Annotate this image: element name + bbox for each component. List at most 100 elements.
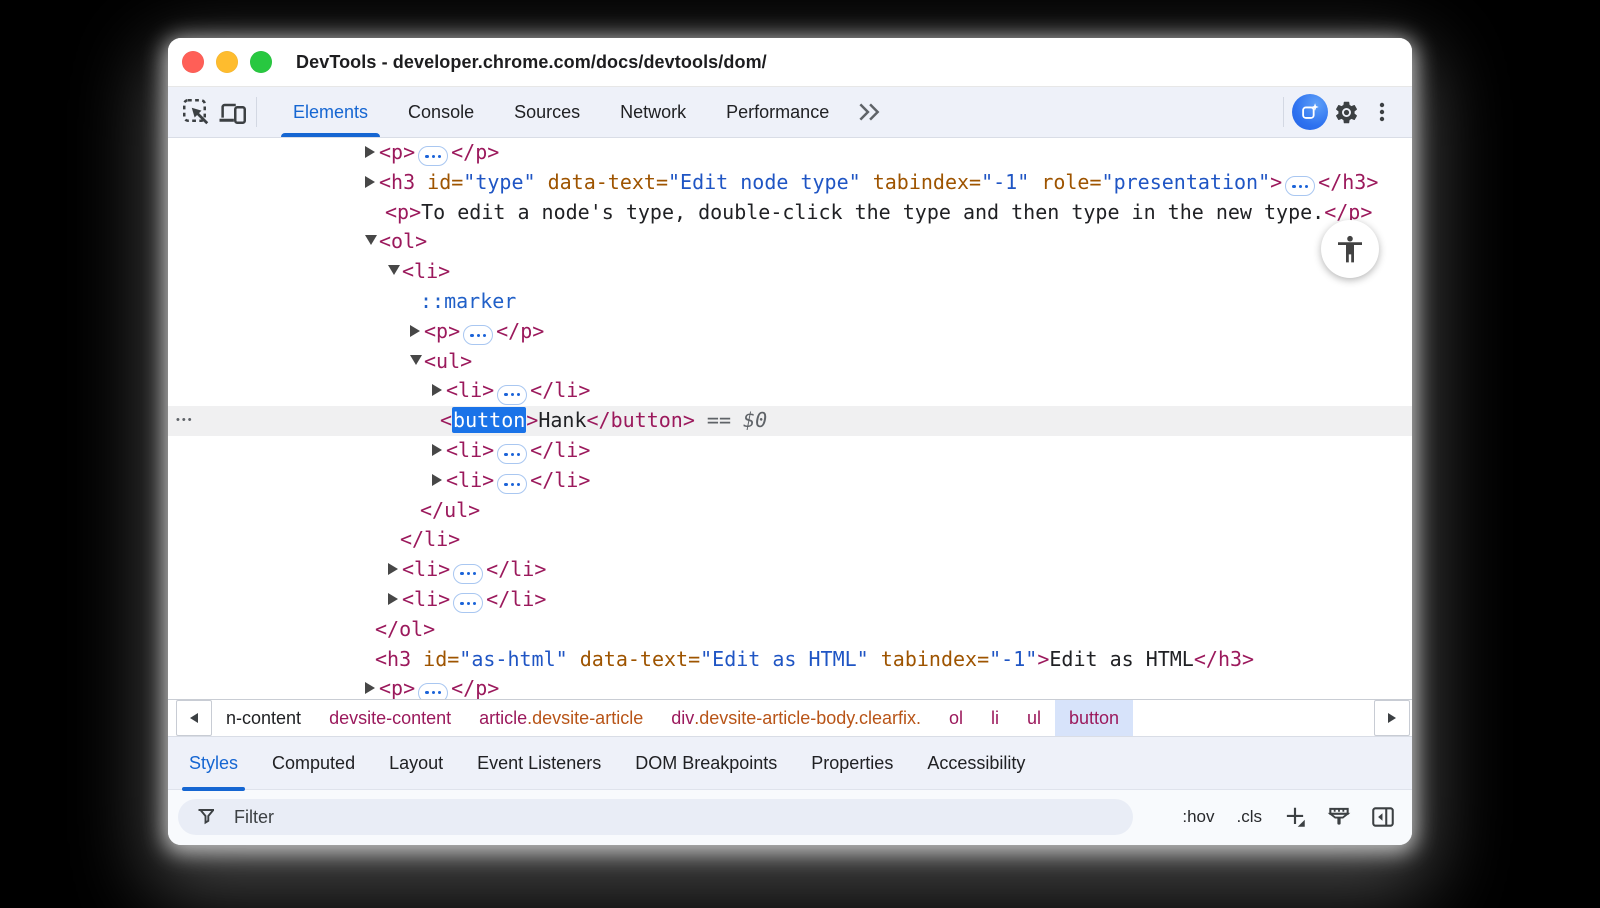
tab-sources[interactable]: Sources <box>494 87 600 137</box>
tab-performance[interactable]: Performance <box>706 87 849 137</box>
code-token: <p> <box>424 319 460 343</box>
collapse-arrow-icon[interactable] <box>388 265 400 275</box>
tree-row[interactable]: <ul> <box>168 347 1412 377</box>
kebab-menu-icon[interactable] <box>1364 94 1400 130</box>
code-token <box>568 647 580 671</box>
tree-row[interactable]: <ol> <box>168 227 1412 257</box>
collapse-arrow-icon[interactable] <box>410 355 422 365</box>
collapse-arrow-icon[interactable] <box>365 235 377 245</box>
breadcrumb-item[interactable]: ul <box>1013 700 1055 736</box>
tree-row[interactable]: <li></li> <box>168 466 1412 496</box>
breadcrumb-scroll-left-icon[interactable] <box>176 700 212 736</box>
tree-row[interactable]: <li></li> <box>168 585 1412 615</box>
code-token: > <box>1037 647 1049 671</box>
code-token: data-text= <box>548 170 668 194</box>
tree-row[interactable]: <p></p> <box>168 138 1412 168</box>
tree-row[interactable]: <li></li> <box>168 436 1412 466</box>
inline-expand-ellipsis-icon[interactable] <box>453 593 483 613</box>
zoom-button[interactable] <box>250 51 272 73</box>
expand-arrow-icon[interactable] <box>365 176 375 188</box>
tab-layout[interactable]: Layout <box>372 737 460 789</box>
close-button[interactable] <box>182 51 204 73</box>
code-token: </ol> <box>375 617 435 641</box>
expand-arrow-icon[interactable] <box>432 444 442 456</box>
tree-row[interactable]: </ol> <box>168 615 1412 645</box>
minimize-button[interactable] <box>216 51 238 73</box>
code-token: <li> <box>446 378 494 402</box>
tab-network[interactable]: Network <box>600 87 706 137</box>
breadcrumb-scroll-right-icon[interactable] <box>1374 700 1410 736</box>
breadcrumb-item[interactable]: ol <box>935 700 977 736</box>
expand-arrow-icon[interactable] <box>365 682 375 694</box>
tab-event-listeners[interactable]: Event Listeners <box>460 737 618 789</box>
new-style-rule-icon[interactable] <box>1280 802 1310 832</box>
breadcrumb-item[interactable]: article.devsite-article <box>465 700 657 736</box>
expand-arrow-icon[interactable] <box>388 563 398 575</box>
inline-expand-ellipsis-icon[interactable] <box>463 325 493 345</box>
row-menu-dots-icon[interactable]: ••• <box>176 406 194 436</box>
expand-arrow-icon[interactable] <box>432 474 442 486</box>
inline-expand-ellipsis-icon[interactable] <box>497 444 527 464</box>
screenshot-stage: DevTools - developer.chrome.com/docs/dev… <box>0 0 1600 908</box>
tree-row[interactable]: <h3 id="type" data-text="Edit node type"… <box>168 168 1412 198</box>
code-token: "type" <box>463 170 535 194</box>
tree-row[interactable]: <li></li> <box>168 555 1412 585</box>
sidebar-tabs: StylesComputedLayoutEvent ListenersDOM B… <box>168 737 1412 790</box>
code-token <box>861 170 873 194</box>
tab-properties[interactable]: Properties <box>794 737 910 789</box>
expand-arrow-icon[interactable] <box>410 325 420 337</box>
tree-row[interactable]: <p>To edit a node's type, double-click t… <box>168 198 1412 228</box>
tab-dom-breakpoints[interactable]: DOM Breakpoints <box>618 737 794 789</box>
code-token: id= <box>427 170 463 194</box>
tree-row[interactable]: <p></p> <box>168 674 1412 699</box>
device-toolbar-icon[interactable] <box>214 94 250 130</box>
expand-arrow-icon[interactable] <box>388 593 398 605</box>
gear-icon[interactable] <box>1328 94 1364 130</box>
filter-pill[interactable] <box>178 799 1133 835</box>
breadcrumb-item[interactable]: div.devsite-article-body.clearfix. <box>657 700 935 736</box>
breadcrumb-part: div <box>671 708 694 729</box>
inspect-cursor-icon[interactable] <box>178 94 214 130</box>
element-classes-button[interactable]: .cls <box>1233 807 1267 827</box>
filter-input[interactable] <box>232 806 836 829</box>
tree-row[interactable]: ::marker <box>168 287 1412 317</box>
titlebar: DevTools - developer.chrome.com/docs/dev… <box>168 38 1412 87</box>
breadcrumb-item[interactable]: devsite-content <box>315 700 465 736</box>
breadcrumb-part: ol <box>949 708 963 729</box>
inline-expand-ellipsis-icon[interactable] <box>418 683 448 699</box>
tree-row[interactable]: <li> <box>168 257 1412 287</box>
tab-computed[interactable]: Computed <box>255 737 372 789</box>
breadcrumb-item[interactable]: n-content <box>212 700 315 736</box>
tab-elements[interactable]: Elements <box>273 87 388 137</box>
expand-arrow-icon[interactable] <box>365 146 375 158</box>
breadcrumb-item[interactable]: button <box>1055 700 1133 736</box>
tree-row[interactable]: <li></li> <box>168 376 1412 406</box>
inline-expand-ellipsis-icon[interactable] <box>1285 176 1315 196</box>
main-tabs: ElementsConsoleSourcesNetworkPerformance <box>273 87 849 137</box>
tree-row[interactable]: </ul> <box>168 496 1412 526</box>
code-token: To edit a node's type, double-click the … <box>421 200 1324 224</box>
accessibility-person-icon[interactable] <box>1321 220 1379 278</box>
breadcrumb-item[interactable]: li <box>977 700 1013 736</box>
inline-expand-ellipsis-icon[interactable] <box>453 564 483 584</box>
tree-row[interactable]: </li> <box>168 525 1412 555</box>
expand-arrow-icon[interactable] <box>432 384 442 396</box>
ai-assistance-icon[interactable] <box>1292 94 1328 130</box>
tab-accessibility[interactable]: Accessibility <box>910 737 1042 789</box>
inline-expand-ellipsis-icon[interactable] <box>497 385 527 405</box>
tab-console[interactable]: Console <box>388 87 494 137</box>
toggle-sidebar-panel-icon[interactable] <box>1368 802 1398 832</box>
code-token: </li> <box>530 468 590 492</box>
tree-row[interactable]: <h3 id="as-html" data-text="Edit as HTML… <box>168 645 1412 675</box>
tab-styles[interactable]: Styles <box>172 737 255 789</box>
code-token: button <box>452 407 526 433</box>
toggle-element-state-button[interactable]: :hov <box>1178 807 1218 827</box>
rendering-paintbrush-icon[interactable] <box>1324 802 1354 832</box>
inline-expand-ellipsis-icon[interactable] <box>418 146 448 166</box>
inline-expand-ellipsis-icon[interactable] <box>497 474 527 494</box>
code-token: <h3 <box>379 170 415 194</box>
tree-row[interactable]: •••<button>Hank</button> == $0 <box>168 406 1412 436</box>
tree-row[interactable]: <p></p> <box>168 317 1412 347</box>
more-tabs-icon[interactable] <box>851 94 887 130</box>
code-token: ::marker <box>420 289 516 313</box>
